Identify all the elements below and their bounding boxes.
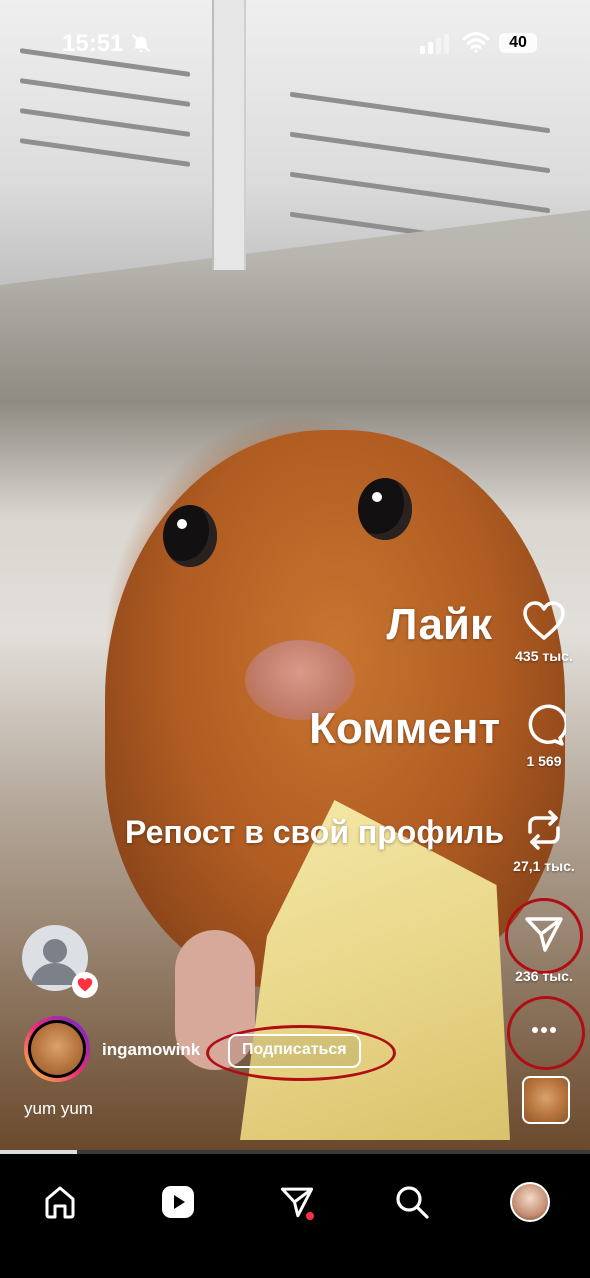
profile-avatar-icon[interactable] (510, 1182, 550, 1222)
messages-notification-dot (306, 1212, 314, 1220)
mute-bell-icon (131, 33, 151, 53)
audio-thumbnail[interactable] (522, 1076, 570, 1124)
post-caption[interactable]: yum yum (24, 1099, 93, 1119)
repost-hint: Репост в свой профиль (125, 814, 504, 850)
repost-icon[interactable] (522, 808, 566, 852)
like-action[interactable]: 435 тыс. (499, 600, 589, 664)
more-icon[interactable] (522, 1020, 566, 1040)
more-action[interactable] (499, 1020, 589, 1040)
tab-home[interactable] (30, 1172, 90, 1232)
status-time: 15:51 (62, 30, 124, 57)
tab-search[interactable] (382, 1172, 442, 1232)
liked-badge (72, 972, 98, 998)
like-hint: Лайк (386, 600, 492, 649)
comment-count: 1 569 (526, 753, 562, 769)
repost-action[interactable]: 27,1 тыс. (499, 808, 589, 874)
tab-profile[interactable] (500, 1172, 560, 1232)
battery-indicator: 40 (499, 33, 537, 53)
heart-icon[interactable] (522, 600, 566, 642)
repost-count: 27,1 тыс. (513, 858, 575, 874)
comment-action[interactable]: 1 569 (499, 703, 589, 769)
author-username[interactable]: ingamowink (102, 1040, 206, 1060)
tab-messages[interactable] (267, 1172, 327, 1232)
comment-hint: Коммент (309, 704, 500, 753)
video-hamster-eye (358, 478, 412, 540)
comment-icon[interactable] (522, 703, 566, 747)
status-bar: 15:51 40 (0, 0, 590, 90)
signal-icon (420, 34, 449, 54)
reels-icon[interactable] (160, 1184, 196, 1220)
author-avatar-image (31, 1023, 83, 1075)
share-action[interactable]: 236 тыс. (499, 914, 589, 984)
like-count: 435 тыс. (515, 648, 573, 664)
tab-reels[interactable] (148, 1172, 208, 1232)
search-icon[interactable] (394, 1184, 430, 1220)
share-icon[interactable] (523, 914, 565, 954)
heart-filled-icon (77, 978, 93, 992)
share-count: 236 тыс. (515, 968, 573, 984)
home-icon[interactable] (42, 1184, 78, 1220)
wifi-icon (462, 32, 490, 53)
follow-button[interactable]: Подписаться (228, 1034, 361, 1068)
video-hamster-eye (163, 505, 217, 567)
bottom-tab-bar (0, 1154, 590, 1278)
author-avatar[interactable] (24, 1016, 90, 1082)
